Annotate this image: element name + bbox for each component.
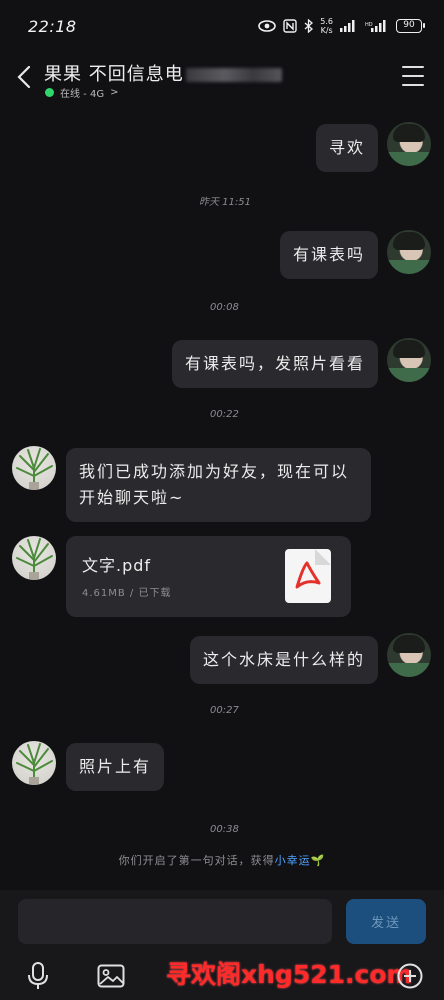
status-bar: 22:18 5.6 K/s HD 90: [0, 0, 444, 52]
message-bubble-incoming[interactable]: 照片上有: [66, 743, 165, 791]
system-note: 你们开启了第一句对话，获得小幸运🌱: [0, 852, 444, 868]
svg-text:HD: HD: [365, 22, 373, 28]
redacted-title: [185, 68, 282, 82]
message-bubble-incoming[interactable]: 我们已成功添加为好友，现在可以开始聊天啦~: [66, 448, 371, 522]
presence-status[interactable]: 在线 - 4G >: [45, 85, 118, 100]
signal-icon-secondary: HD: [365, 20, 386, 32]
image-icon: [97, 964, 125, 988]
timestamp: 00:22: [210, 409, 239, 420]
message-input[interactable]: [18, 899, 332, 944]
plant-avatar-image: [16, 448, 53, 490]
voice-button[interactable]: [24, 962, 52, 990]
nfc-icon: [283, 19, 297, 33]
watermark: 寻欢阁xhg521.com: [166, 960, 413, 989]
send-button[interactable]: 发送: [346, 899, 426, 944]
eye-icon: [258, 20, 277, 32]
chat-header: 果果 不回信息电 在线 - 4G >: [0, 52, 444, 108]
file-message[interactable]: 文字.pdf 4.61MB / 已下载: [66, 536, 351, 617]
chevron-right-icon: >: [110, 87, 119, 98]
peer-avatar[interactable]: [12, 741, 56, 785]
timestamp: 00:08: [210, 302, 239, 313]
add-icon: [397, 963, 423, 989]
my-avatar[interactable]: [387, 633, 431, 677]
timestamp: 00:38: [210, 824, 239, 835]
message-bubble-outgoing[interactable]: 有课表吗: [279, 231, 378, 279]
message-bubble-outgoing[interactable]: 寻欢: [315, 124, 378, 172]
file-meta: 4.61MB / 已下载: [82, 588, 172, 599]
battery-icon: 90: [396, 19, 425, 33]
lucky-link[interactable]: 小幸运: [275, 854, 311, 867]
chat-title: 果果 不回信息电: [44, 60, 282, 86]
my-avatar[interactable]: [387, 230, 431, 274]
bluetooth-icon: [304, 19, 314, 33]
mic-icon: [28, 962, 48, 989]
my-avatar[interactable]: [387, 122, 431, 166]
net-speed: 5.6 K/s: [320, 17, 333, 35]
chevron-left-icon: [17, 65, 31, 89]
peer-avatar[interactable]: [12, 446, 56, 490]
online-dot-icon: [45, 88, 54, 97]
signal-icon: [340, 20, 355, 32]
presence-text: 在线 - 4G: [60, 89, 105, 100]
more-button[interactable]: [396, 962, 424, 990]
chat-title-text: 果果 不回信息电: [44, 64, 184, 85]
file-name: 文字.pdf: [82, 556, 152, 575]
plant-avatar-image: [16, 743, 53, 785]
menu-icon-bar: [402, 66, 424, 68]
menu-button[interactable]: [402, 66, 424, 86]
plant-avatar-image: [16, 538, 53, 580]
status-icons: 5.6 K/s HD 90: [258, 17, 425, 35]
my-avatar[interactable]: [387, 338, 431, 382]
pdf-file-icon: [285, 549, 331, 603]
system-note-text: 你们开启了第一句对话，获得: [118, 854, 275, 867]
timestamp: 00:27: [210, 705, 239, 716]
message-bubble-outgoing[interactable]: 这个水床是什么样的: [189, 636, 378, 684]
timestamp: 昨天 11:51: [199, 197, 251, 208]
menu-icon-bar: [402, 75, 424, 77]
message-bubble-outgoing[interactable]: 有课表吗，发照片看看: [171, 340, 378, 388]
sprout-icon: 🌱: [310, 854, 326, 867]
menu-icon-bar: [402, 84, 424, 86]
peer-avatar[interactable]: [12, 536, 56, 580]
image-button[interactable]: [96, 962, 126, 990]
back-button[interactable]: [12, 62, 36, 92]
status-time: 22:18: [28, 16, 77, 36]
